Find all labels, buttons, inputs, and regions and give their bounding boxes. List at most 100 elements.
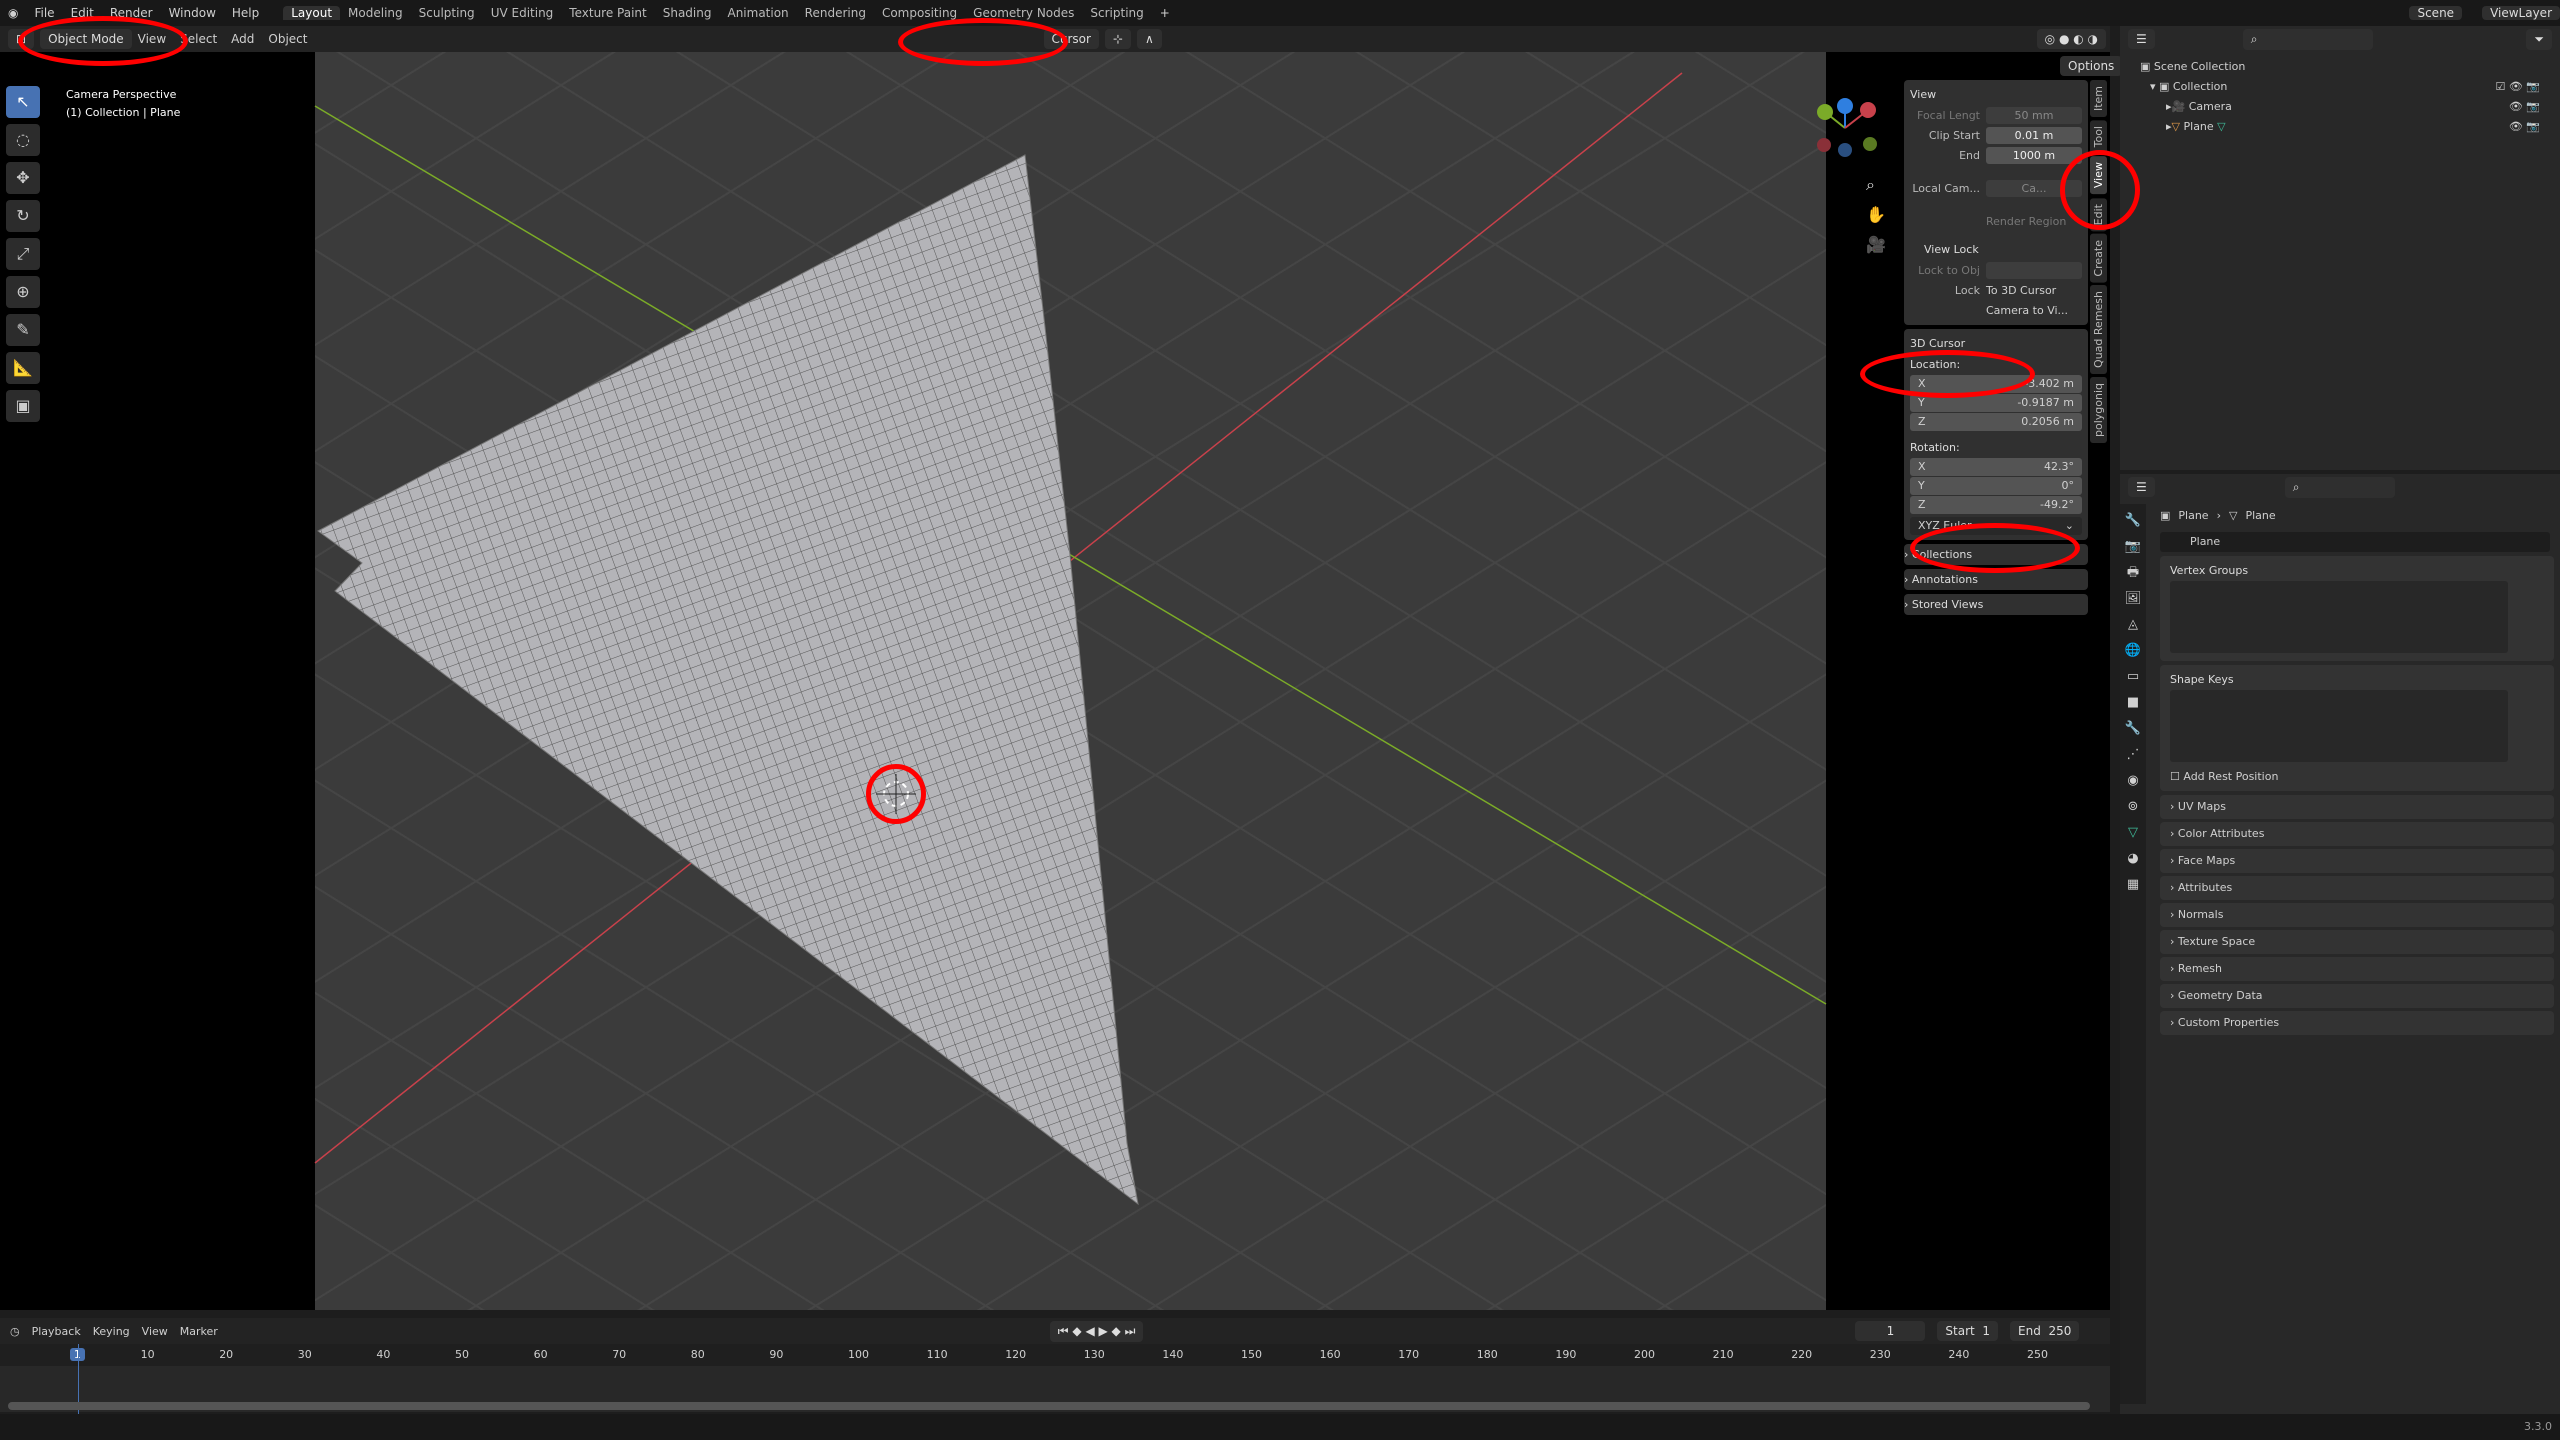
cursor-tool[interactable]: ◌ (6, 124, 40, 156)
section-uv-maps[interactable]: › UV Maps (2160, 795, 2554, 819)
section-title: Attributes (2177, 881, 2233, 894)
rotation-label: Rotation: (1910, 441, 1960, 454)
section-color-attributes[interactable]: › Color Attributes (2160, 822, 2554, 846)
clip-end-field[interactable]: 1000 m (1986, 147, 2082, 164)
properties-editor-type[interactable]: ☰ (2128, 477, 2155, 497)
clip-start-field[interactable]: 0.01 m (1986, 127, 2082, 144)
particles-icon[interactable]: ⋰ (2124, 746, 2142, 764)
annotate-tool[interactable]: ✎ (6, 314, 40, 346)
move-tool[interactable]: ✥ (6, 162, 40, 194)
section-title: Normals (2177, 908, 2224, 921)
frame-tick-180: 180 (1476, 1348, 1498, 1361)
timeline-menu-marker[interactable]: Marker (180, 1325, 218, 1338)
section-normals[interactable]: › Normals (2160, 903, 2554, 927)
lock-to-object-field[interactable] (1986, 262, 2082, 279)
current-frame-field[interactable]: 1 (1855, 1321, 1926, 1341)
rotate-tool[interactable]: ↻ (6, 200, 40, 232)
vertex-groups-list[interactable] (2170, 581, 2508, 653)
section-title: Geometry Data (2177, 989, 2263, 1002)
mesh-data-icon[interactable]: ▽ (2124, 824, 2142, 842)
constraints-icon[interactable]: ⊚ (2124, 798, 2142, 816)
section-texture-space[interactable]: › Texture Space (2160, 930, 2554, 954)
transform-tool[interactable]: ⊕ (6, 276, 40, 308)
sidebar-tab-tool[interactable]: Tool (2090, 120, 2107, 154)
sidebar-tab-quad-remesh[interactable]: Quad Remesh (2090, 285, 2107, 375)
filter-icon[interactable]: ⏷ (2526, 28, 2552, 50)
add-cube-tool[interactable]: ▣ (6, 390, 40, 422)
object-icon[interactable]: ■ (2124, 694, 2142, 712)
navigation-gizmo[interactable] (1817, 98, 1877, 157)
sidebar-tab-item[interactable]: Item (2090, 80, 2107, 118)
object-icon: ▣ (2160, 508, 2171, 522)
timeline-editor-type[interactable]: ◷ (10, 1325, 20, 1338)
plane-item[interactable]: ▸ ▽ Plane ▽ 👁 📷 (2140, 116, 2540, 136)
shape-keys-list[interactable] (2170, 690, 2508, 762)
scene-collection-item[interactable]: ▣ Scene Collection (2140, 56, 2540, 76)
world-icon[interactable]: 🌐 (2124, 642, 2142, 660)
timeline-menu-view[interactable]: View (142, 1325, 168, 1338)
timeline-menu-keying[interactable]: Keying (93, 1325, 130, 1338)
view-lock-header[interactable]: View Lock (1910, 239, 2082, 260)
add-rest-position-checkbox[interactable]: ☐ Add Rest Position (2170, 770, 2544, 783)
measure-tool[interactable]: 📐 (6, 352, 40, 384)
axis-label: Y (1918, 479, 1925, 492)
render-icon[interactable]: 📷 (2124, 538, 2142, 556)
scale-tool[interactable]: ⤢ (6, 238, 40, 270)
display-mode-button[interactable]: ☰ (2128, 29, 2155, 49)
scene-icon[interactable]: ◬ (2124, 616, 2142, 634)
playback-controls[interactable]: ⏮ ◆ ◀ ▶ ◆ ⏭ (1049, 1320, 1144, 1342)
view-panel-header[interactable]: View (1910, 84, 2082, 105)
focal-length-field[interactable]: 50 mm (1986, 107, 2082, 124)
start-frame-field[interactable]: Start 1 (1937, 1321, 1998, 1341)
outliner-search[interactable]: ⌕ (2242, 28, 2373, 50)
axis-value: 42.3° (2044, 460, 2074, 473)
texture-icon[interactable]: ▦ (2124, 876, 2142, 894)
frame-tick-130: 130 (1083, 1348, 1105, 1361)
rotation-x-field[interactable]: X 42.3° (1910, 458, 2082, 476)
section-remesh[interactable]: › Remesh (2160, 957, 2554, 981)
modifier-icon[interactable]: 🔧 (2124, 720, 2142, 738)
frame-tick-70: 70 (612, 1348, 627, 1361)
vertex-groups-header[interactable]: Vertex Groups (2170, 560, 2544, 581)
physics-icon[interactable]: ◉ (2124, 772, 2142, 790)
frame-tick-80: 80 (690, 1348, 705, 1361)
frame-tick-220: 220 (1791, 1348, 1813, 1361)
frame-tick-190: 190 (1555, 1348, 1577, 1361)
annotation-circle-3d-cursor (1860, 350, 2035, 398)
tool-icon[interactable]: 🔧 (2124, 512, 2142, 530)
rotation-y-field[interactable]: Y 0° (1910, 477, 2082, 495)
render-region-checkbox[interactable]: Render Region (1986, 215, 2066, 228)
section-geometry-data[interactable]: › Geometry Data (2160, 984, 2554, 1008)
axis-value: 0.2056 m (2021, 415, 2074, 428)
plane-mesh[interactable] (317, 154, 1139, 1206)
mesh-data-name-field[interactable]: Plane (2160, 532, 2550, 552)
frame-tick-160: 160 (1319, 1348, 1341, 1361)
end-frame-field[interactable]: End 250 (2010, 1321, 2080, 1341)
section-custom-properties[interactable]: › Custom Properties (2160, 1011, 2554, 1035)
properties-search[interactable]: ⌕ (2284, 476, 2395, 498)
location-z-field[interactable]: Z 0.2056 m (1910, 413, 2082, 431)
output-icon[interactable]: 🖶 (2124, 564, 2142, 582)
section-face-maps[interactable]: › Face Maps (2160, 849, 2554, 873)
tool-shelf: ↖ ◌ ✥ ↻ ⤢ ⊕ ✎ 📐 ▣ (6, 86, 48, 422)
rotation-z-field[interactable]: Z -49.2° (1910, 496, 2082, 514)
viewport-nav-buttons[interactable]: ⌕ ✋ 🎥 (1866, 175, 1886, 254)
timeline-menu-playback[interactable]: Playback (32, 1325, 81, 1338)
material-icon[interactable]: ◕ (2124, 850, 2142, 868)
mesh-icon: ▽ (2228, 508, 2238, 522)
view-layer-icon[interactable]: 🖼 (2124, 590, 2142, 608)
timeline-scrollbar[interactable] (8, 1402, 2090, 1410)
sidebar-tab-polygoniq[interactable]: polygoniq (2090, 377, 2107, 444)
select-box-tool[interactable]: ↖ (6, 86, 40, 118)
camera-item[interactable]: ▸ 🎥 Camera 👁 📷 (2140, 96, 2540, 116)
collection-item[interactable]: ▾ ▣ Collection ☑ 👁 📷 (2140, 76, 2540, 96)
lock-to-cursor-checkbox[interactable]: To 3D Cursor (1986, 284, 2056, 297)
shape-keys-header[interactable]: Shape Keys (2170, 669, 2544, 690)
breadcrumb: ▣ Plane › ▽ Plane (2160, 508, 2276, 522)
sidebar-tab-create[interactable]: Create (2090, 233, 2107, 283)
camera-to-view-checkbox[interactable]: Camera to Vi... (1986, 304, 2068, 317)
panel-title: Annotations (1911, 573, 1978, 586)
collection-icon[interactable]: ▭ (2124, 668, 2142, 686)
section-attributes[interactable]: › Attributes (2160, 876, 2554, 900)
stored-views-panel[interactable]: › Stored Views (1904, 594, 2088, 615)
